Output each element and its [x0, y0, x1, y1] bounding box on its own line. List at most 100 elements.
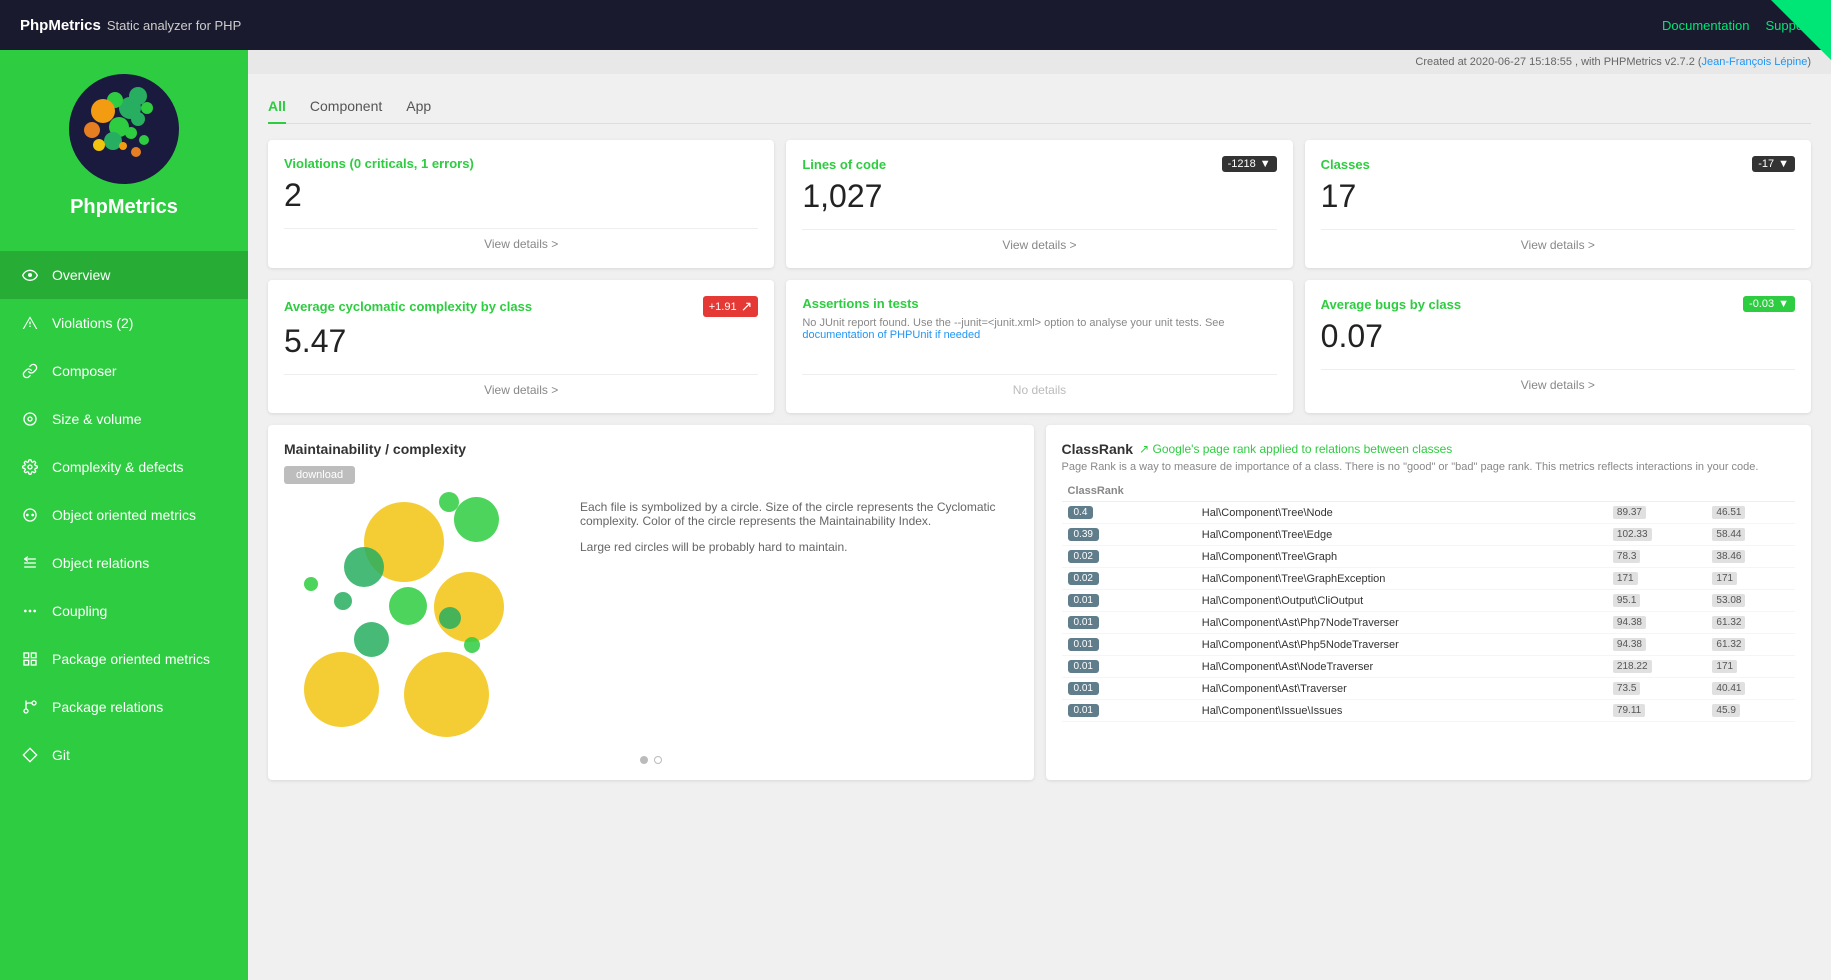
author-link[interactable]: Jean-François Lépine [1702, 56, 1808, 68]
classrank-title-link[interactable]: ↗ Google's page rank applied to relation… [1139, 442, 1452, 456]
val2-cell: 61.32 [1706, 634, 1795, 656]
sidebar-item-coupling[interactable]: Coupling [0, 587, 248, 635]
sidebar: PhpMetrics Overview Violations (2) [0, 50, 248, 980]
brand: PhpMetrics Static analyzer for PHP [20, 17, 241, 34]
violations-card-header: Violations (0 criticals, 1 errors) [284, 156, 758, 171]
dots-icon [20, 601, 40, 621]
classrank-table-wrapper[interactable]: ClassRank 0.4 Hal\Component\Tree\Node 89… [1062, 481, 1796, 722]
bubble-4 [304, 652, 379, 727]
sidebar-item-complexity-defects[interactable]: Complexity & defects [0, 443, 248, 491]
link-icon [20, 361, 40, 381]
avg-complexity-title: Average cyclomatic complexity by class [284, 299, 532, 314]
brand-subtitle: Static analyzer for PHP [107, 18, 241, 33]
avg-bugs-card: Average bugs by class -0.03 ▼ 0.07 View … [1305, 280, 1811, 413]
classrank-col-v1 [1607, 481, 1707, 502]
val1-cell: 94.38 [1607, 634, 1707, 656]
avg-bugs-value: 0.07 [1321, 318, 1795, 355]
bubble-8 [354, 622, 389, 657]
classes-card-badge: -17 ▼ [1752, 156, 1795, 172]
meta-created: Created at 2020-06-27 15:18:55 , with PH… [1415, 56, 1811, 68]
alert-icon [20, 313, 40, 333]
avg-bugs-header: Average bugs by class -0.03 ▼ [1321, 296, 1795, 312]
sidebar-item-overview[interactable]: Overview [0, 251, 248, 299]
maintainability-desc: Each file is symbolized by a circle. Siz… [580, 492, 1018, 752]
phpunit-docs-link[interactable]: documentation of PHPUnit if needed [802, 329, 980, 341]
lines-of-code-card: Lines of code -1218 ▼ 1,027 View details… [786, 140, 1292, 268]
rank-cell: 0.39 [1062, 524, 1196, 546]
sidebar-item-package-relations[interactable]: Package relations [0, 683, 248, 731]
classrank-col-rank: ClassRank [1062, 481, 1196, 502]
val1-cell: 171 [1607, 568, 1707, 590]
assertions-no-details: No details [802, 374, 1276, 397]
classes-card-link[interactable]: View details > [1321, 229, 1795, 252]
val2-cell: 58.44 [1706, 524, 1795, 546]
class-cell: Hal\Component\Ast\Php7NodeTraverser [1196, 612, 1607, 634]
avg-complexity-value: 5.47 [284, 323, 758, 360]
main-layout: PhpMetrics Overview Violations (2) [0, 50, 1831, 980]
rank-cell: 0.02 [1062, 568, 1196, 590]
classrank-title: ClassRank ↗ Google's page rank applied t… [1062, 441, 1796, 457]
table-row: 0.39 Hal\Component\Tree\Edge 102.33 58.4… [1062, 524, 1796, 546]
rank-cell: 0.02 [1062, 546, 1196, 568]
sidebar-item-violations[interactable]: Violations (2) [0, 299, 248, 347]
val2-cell: 171 [1706, 568, 1795, 590]
val1-cell: 78.3 [1607, 546, 1707, 568]
sidebar-label-overview: Overview [52, 267, 110, 283]
rank-cell: 0.4 [1062, 502, 1196, 524]
rank-cell: 0.01 [1062, 634, 1196, 656]
sidebar-item-object-relations[interactable]: Object relations [0, 539, 248, 587]
class-cell: Hal\Component\Tree\Node [1196, 502, 1607, 524]
sidebar-item-package-oriented[interactable]: Package oriented metrics [0, 635, 248, 683]
sidebar-item-object-oriented[interactable]: Object oriented metrics [0, 491, 248, 539]
classes-card-title: Classes [1321, 157, 1370, 172]
avg-complexity-card: Average cyclomatic complexity by class +… [268, 280, 774, 413]
val1-cell: 95.1 [1607, 590, 1707, 612]
val2-cell: 46.51 [1706, 502, 1795, 524]
classes-card-value: 17 [1321, 178, 1795, 215]
val1-cell: 73.5 [1607, 678, 1707, 700]
val2-cell: 171 [1706, 656, 1795, 678]
classrank-col-v2 [1706, 481, 1795, 502]
bubble-9 [439, 492, 459, 512]
avg-complexity-link[interactable]: View details > [284, 374, 758, 397]
tab-component[interactable]: Component [310, 90, 382, 124]
sidebar-label-composer: Composer [52, 363, 117, 379]
classes-card-header: Classes -17 ▼ [1321, 156, 1795, 172]
avg-complexity-badge: +1.91 ↗ [703, 296, 759, 317]
diamond-icon [20, 745, 40, 765]
class-cell: Hal\Component\Ast\Php5NodeTraverser [1196, 634, 1607, 656]
brand-name: PhpMetrics [20, 17, 101, 34]
table-row: 0.01 Hal\Component\Ast\Php7NodeTraverser… [1062, 612, 1796, 634]
chart-desc-1: Each file is symbolized by a circle. Siz… [580, 500, 1018, 528]
documentation-link[interactable]: Documentation [1662, 18, 1749, 33]
sidebar-label-package-relations: Package relations [52, 699, 163, 715]
lines-card-header: Lines of code -1218 ▼ [802, 156, 1276, 172]
table-row: 0.01 Hal\Component\Ast\Php5NodeTraverser… [1062, 634, 1796, 656]
violations-card-link[interactable]: View details > [284, 228, 758, 251]
logo-circle [69, 74, 179, 184]
tab-app[interactable]: App [406, 90, 431, 124]
classrank-desc: Page Rank is a way to measure de importa… [1062, 461, 1796, 473]
val1-cell: 94.38 [1607, 612, 1707, 634]
avg-bugs-title: Average bugs by class [1321, 297, 1461, 312]
val2-cell: 40.41 [1706, 678, 1795, 700]
sidebar-item-size-volume[interactable]: Size & volume [0, 395, 248, 443]
second-cards-row: Average cyclomatic complexity by class +… [268, 280, 1811, 413]
branch-icon [20, 697, 40, 717]
avg-bugs-link[interactable]: View details > [1321, 369, 1795, 392]
table-row: 0.01 Hal\Component\Ast\NodeTraverser 218… [1062, 656, 1796, 678]
sidebar-label-object-oriented: Object oriented metrics [52, 507, 196, 523]
maintainability-title: Maintainability / complexity [284, 441, 1018, 457]
package-icon [20, 649, 40, 669]
classes-card: Classes -17 ▼ 17 View details > [1305, 140, 1811, 268]
sidebar-label-coupling: Coupling [52, 603, 107, 619]
tab-all[interactable]: All [268, 90, 286, 124]
lines-card-link[interactable]: View details > [802, 229, 1276, 252]
download-button[interactable]: download [284, 466, 355, 484]
top-cards-row: Violations (0 criticals, 1 errors) 2 Vie… [268, 140, 1811, 268]
sidebar-item-git[interactable]: Git [0, 731, 248, 779]
val2-cell: 53.08 [1706, 590, 1795, 612]
sidebar-label-size-volume: Size & volume [52, 411, 141, 427]
sidebar-item-composer[interactable]: Composer [0, 347, 248, 395]
table-row: 0.01 Hal\Component\Issue\Issues 79.11 45… [1062, 700, 1796, 722]
